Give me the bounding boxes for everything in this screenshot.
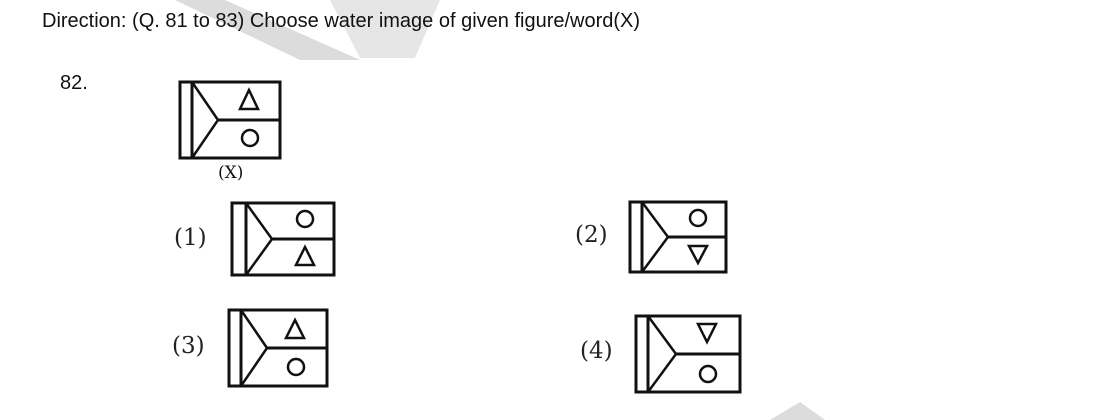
circle-icon <box>286 357 306 377</box>
triangle-down-icon <box>695 322 719 345</box>
option-1-figure[interactable] <box>230 201 336 277</box>
circle-icon <box>688 208 708 228</box>
option-1-label[interactable]: (1) <box>174 225 207 251</box>
option-2-figure[interactable] <box>628 200 728 274</box>
option-3-label[interactable]: (3) <box>172 333 205 359</box>
option-4-figure[interactable] <box>634 314 742 394</box>
question-figure <box>178 80 282 160</box>
option-3-figure[interactable] <box>227 308 329 388</box>
option-2-drawing <box>628 200 728 274</box>
option-4-label[interactable]: (4) <box>580 338 613 364</box>
direction-text: Direction: (Q. 81 to 83) Choose water im… <box>42 10 641 32</box>
circle-icon <box>698 364 718 384</box>
triangle-up-icon <box>283 317 307 340</box>
figure-x-drawing <box>178 80 282 160</box>
option-2-label[interactable]: (2) <box>575 222 608 248</box>
option-3-drawing <box>227 308 329 388</box>
triangle-down-icon <box>686 244 710 266</box>
circle-icon <box>240 128 260 148</box>
triangle-up-icon <box>293 244 317 267</box>
figure-x-label: (X) <box>218 163 244 183</box>
watermark <box>175 0 825 420</box>
circle-icon <box>295 209 315 229</box>
option-4-drawing <box>634 314 742 394</box>
triangle-up-icon <box>238 87 260 111</box>
option-1-drawing <box>230 201 336 277</box>
question-number: 82. <box>60 72 88 94</box>
